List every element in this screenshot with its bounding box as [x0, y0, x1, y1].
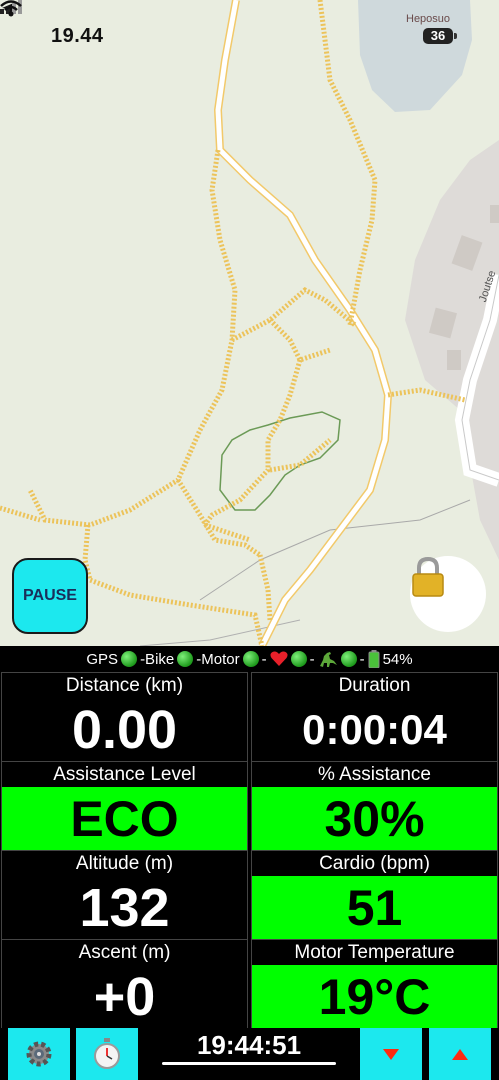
ascent-label: Ascent (m) — [2, 940, 247, 965]
heart-separator: - — [261, 650, 267, 668]
bottom-toolbar: 19:44:51 — [0, 1028, 499, 1080]
triangle-up-icon — [452, 1049, 468, 1060]
clock-display: 19:44:51 — [196, 1030, 302, 1060]
assistance-percent-value: 30% — [252, 787, 497, 850]
assistance-level-value: ECO — [2, 787, 247, 850]
map-canvas — [0, 0, 499, 646]
cardio-value: 51 — [252, 876, 497, 939]
settings-button[interactable] — [8, 1028, 70, 1080]
battery-percent: 54% — [382, 650, 413, 668]
motor-label: -Motor — [196, 650, 240, 668]
bike-label: -Bike — [140, 650, 175, 668]
battery-indicator: 36 — [423, 28, 457, 44]
triangle-down-icon — [383, 1049, 399, 1060]
heart-status-icon — [290, 651, 307, 667]
padlock-icon — [412, 556, 444, 597]
gear-icon — [26, 1041, 52, 1067]
clock-underline — [162, 1062, 336, 1065]
status-time: 19.44 — [51, 25, 104, 47]
scroll-up-button[interactable] — [429, 1028, 491, 1080]
motor-temperature-cell: Motor Temperature 19°C — [251, 939, 498, 1029]
altitude-value: 132 — [2, 876, 247, 939]
duration-value: 0:00:04 — [252, 698, 497, 761]
dinosaur-icon — [319, 652, 337, 667]
assistance-level-label: Assistance Level — [2, 762, 247, 787]
distance-cell: Distance (km) 0.00 — [1, 672, 248, 762]
scroll-down-button[interactable] — [360, 1028, 422, 1080]
altitude-cell: Altitude (m) 132 — [1, 850, 248, 940]
assistance-percent-label: % Assistance — [252, 762, 497, 787]
cadence-status-icon — [340, 651, 357, 667]
duration-label: Duration — [252, 673, 497, 698]
pause-button[interactable]: PAUSE — [12, 558, 88, 634]
altitude-label: Altitude (m) — [2, 851, 247, 876]
motor-temperature-label: Motor Temperature — [252, 940, 497, 965]
battery-separator: - — [359, 650, 365, 668]
motor-status-icon — [242, 651, 259, 667]
wifi-icon — [0, 0, 22, 17]
bike-status-icon — [177, 651, 194, 667]
status-bar: 19.44 36 — [0, 0, 499, 70]
motor-temperature-value: 19°C — [252, 965, 497, 1028]
cardio-label: Cardio (bpm) — [252, 851, 497, 876]
duration-cell: Duration 0:00:04 — [251, 672, 498, 762]
stopwatch-icon — [94, 1038, 120, 1069]
ascent-cell: Ascent (m) +0 — [1, 939, 248, 1029]
assistance-percent-cell: % Assistance 30% — [251, 761, 498, 851]
battery-icon — [368, 650, 380, 668]
sensor-status-bar: GPS -Bike -Motor - - - 54% — [0, 646, 499, 672]
map-view[interactable]: 19.44 36 Heposuo Joutse PAUSE — [0, 0, 499, 646]
distance-label: Distance (km) — [2, 673, 247, 698]
gps-status-icon — [121, 651, 138, 667]
ascent-value: +0 — [2, 965, 247, 1028]
lock-button[interactable] — [410, 556, 486, 632]
metrics-grid: Distance (km) 0.00 Duration 0:00:04 Assi… — [0, 672, 499, 1029]
cardio-cell: Cardio (bpm) 51 — [251, 850, 498, 940]
heart-icon — [270, 651, 288, 666]
assistance-level-cell: Assistance Level ECO — [1, 761, 248, 851]
dino-separator: - — [309, 650, 315, 668]
distance-value: 0.00 — [2, 698, 247, 761]
stopwatch-button[interactable] — [76, 1028, 138, 1080]
gps-label: GPS — [86, 650, 119, 668]
map-place-label: Heposuo — [406, 13, 451, 25]
